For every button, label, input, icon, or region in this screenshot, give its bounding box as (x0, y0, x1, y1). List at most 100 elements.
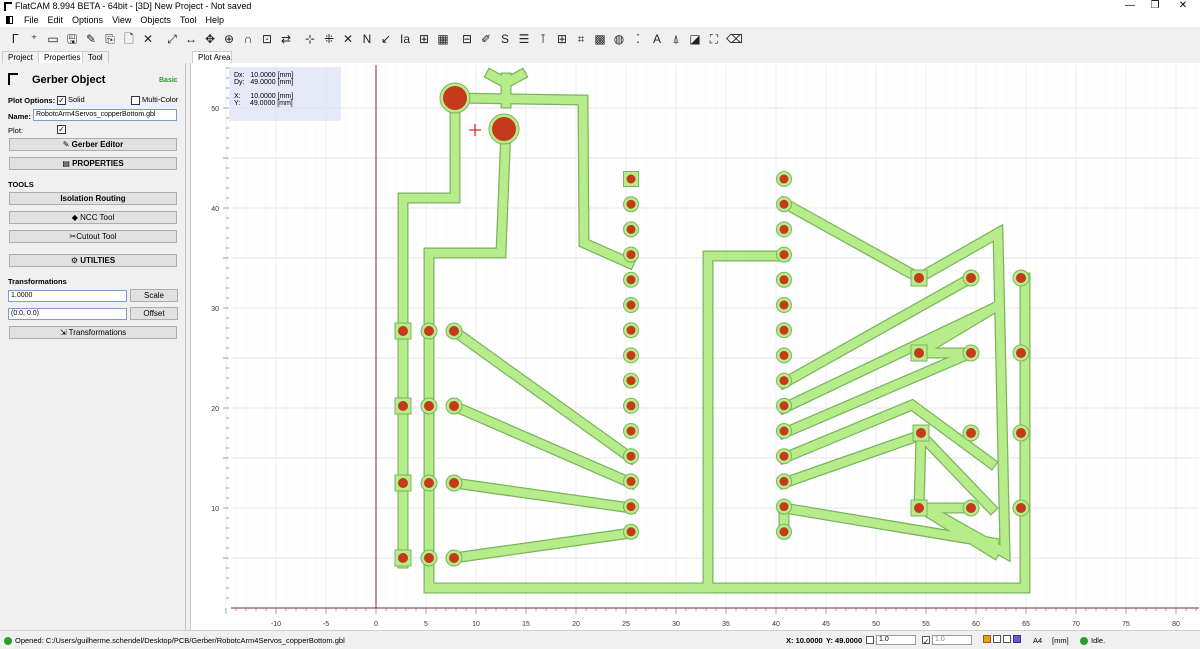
grid-y-input[interactable]: 1.0 (932, 635, 972, 646)
probe-icon[interactable]: ⊺ (536, 31, 550, 47)
window-menu-icon[interactable] (6, 16, 13, 24)
open-folder-icon[interactable]: ▭ (46, 31, 60, 47)
menu-view[interactable]: View (112, 15, 131, 25)
open-icon[interactable]: ᒥ (8, 31, 22, 47)
pad (398, 401, 408, 411)
units-label[interactable]: [mm] (1052, 636, 1069, 645)
object-title: Gerber Object (32, 74, 106, 86)
axis-icon[interactable]: ⊹ (303, 31, 317, 47)
grid-y-control[interactable]: ✓ 1.0 (922, 635, 972, 646)
menu-options[interactable]: Options (72, 15, 103, 25)
grid-icon[interactable]: ⊞ (555, 31, 569, 47)
grid-x-control[interactable]: 1.0 (866, 635, 916, 646)
name-input[interactable]: RobotcArm4Servos_copperBottom.gbl (33, 109, 177, 121)
zoom-fit-icon[interactable]: ⤢ (165, 31, 179, 47)
tab-project[interactable]: Project (2, 51, 39, 63)
copy-icon[interactable]: ⎘ (103, 31, 117, 47)
tab-tool[interactable]: Tool (82, 51, 109, 63)
dblsided-icon[interactable]: ↙ (379, 31, 393, 47)
rules-icon[interactable]: ✐ (479, 31, 493, 47)
menu-help[interactable]: Help (205, 15, 224, 25)
replot-icon[interactable]: ⇄ (279, 31, 293, 47)
tab-properties[interactable]: Properties (38, 51, 87, 63)
pencil-icon: ✎ (62, 140, 72, 149)
move-icon[interactable]: ✥ (203, 31, 217, 47)
pad (779, 275, 789, 285)
solder-icon[interactable]: ⊟ (460, 31, 474, 47)
app-state-text: Idle. (1091, 636, 1106, 645)
solid-checkbox[interactable]: ✓ Solid (57, 95, 85, 105)
grid-x-input[interactable]: 1.0 (876, 635, 916, 646)
dy-readout: Dy: 49.0000 [mm] (234, 79, 294, 86)
distance-icon[interactable]: ↔ (184, 31, 198, 47)
gerber-plot[interactable]: -10 -5 0 5 10 15 20 25 30 35 40 45 50 55 60 65 70 75 80 10… (191, 63, 1200, 630)
eraser-icon[interactable]: ⌫ (726, 31, 743, 47)
isolation-routing-button[interactable]: Isolation Routing (9, 192, 177, 205)
hud-icon[interactable] (993, 635, 1001, 644)
scale-button[interactable]: Scale (130, 289, 178, 302)
x-tick-label: 75 (1122, 621, 1130, 628)
gerber-editor-button[interactable]: ✎ Gerber Editor (9, 138, 177, 151)
menu-objects[interactable]: Objects (140, 15, 171, 25)
pcb-copper-layer (394, 67, 1031, 594)
fiducials-icon[interactable]: ⁚ (631, 31, 645, 47)
qr-icon[interactable]: ▩ (593, 31, 607, 47)
page-size[interactable]: A4 (1033, 636, 1042, 645)
panelize-icon[interactable]: ⊞ (417, 31, 431, 47)
utilities-label: UTILTIES (80, 256, 116, 265)
utilities-button[interactable]: ⚙ UTILTIES (9, 254, 177, 267)
properties-button[interactable]: ▤ PROPERTIES (9, 157, 177, 170)
copper-fill-icon[interactable]: ◍ (612, 31, 626, 47)
snap-icon[interactable]: ⁜ (322, 31, 336, 47)
close-button[interactable]: ✕ (1168, 0, 1198, 13)
film-icon[interactable]: Iа (398, 31, 412, 47)
plot-options-label: Plot Options: (8, 96, 56, 105)
transformations-button[interactable]: ⇲ Transformations (9, 326, 177, 339)
cross-icon[interactable]: ✕ (341, 31, 355, 47)
save-icon[interactable]: 🖫 (65, 31, 79, 47)
text-icon[interactable]: A (650, 31, 664, 47)
x-tick-label: 65 (1022, 621, 1030, 628)
cutout-tool-button[interactable]: ✂Cutout Tool (9, 230, 177, 243)
new-geometry-icon[interactable]: ⁺ (27, 31, 41, 47)
invert-icon[interactable]: ◪ (688, 31, 702, 47)
offset-input[interactable]: (0.0, 0.0) (8, 308, 127, 320)
pad (626, 527, 636, 537)
origin-icon[interactable]: ⊕ (222, 31, 236, 47)
axis-toggle-icon[interactable] (983, 635, 991, 644)
maximize-button[interactable]: ❐ (1140, 0, 1170, 13)
mirror-icon[interactable]: ∩ (241, 31, 255, 47)
punch-icon[interactable]: ⍋ (669, 31, 683, 47)
menu-file[interactable]: File (24, 15, 39, 25)
nc-icon[interactable]: N (360, 31, 374, 47)
grid-lock-icon[interactable]: ✓ (922, 636, 930, 646)
idle-icon (1080, 637, 1088, 646)
menu-edit[interactable]: Edit (48, 15, 64, 25)
ncc-tool-button[interactable]: ◆ NCC Tool (9, 211, 177, 224)
mode-label[interactable]: Basic (159, 77, 178, 84)
menu-tool[interactable]: Tool (180, 15, 197, 25)
plot-checkbox[interactable]: ✓ (57, 124, 68, 135)
delete-icon[interactable]: ✕ (141, 31, 155, 47)
crop-icon[interactable]: ⌗ (574, 31, 588, 47)
plot-canvas[interactable]: -10 -5 0 5 10 15 20 25 30 35 40 45 50 55 60 65 70 75 80 10… (190, 63, 1200, 630)
multicolor-checkbox[interactable]: Multi-Color (131, 95, 178, 105)
x-tick-label: 50 (872, 621, 880, 628)
new-file-icon[interactable]: 🗋 (122, 31, 136, 47)
offset-button[interactable]: Offset (130, 307, 178, 320)
tab-plot-area[interactable]: Plot Area (192, 51, 232, 63)
gerber-object-icon (8, 73, 18, 85)
hud-h-icon[interactable] (1013, 635, 1021, 644)
grid-snap-icon[interactable] (866, 636, 874, 645)
x-readout: X: 10.0000 [mm] (234, 93, 294, 100)
frame-icon[interactable]: ⛶ (707, 31, 721, 47)
calculator-icon[interactable]: ▦ (436, 31, 450, 47)
workspace-icon[interactable] (1003, 635, 1011, 644)
scale-input[interactable]: 1.0000 (8, 290, 127, 302)
properties-icon[interactable]: ☰ (517, 31, 531, 47)
magnet-icon[interactable]: ⊡ (260, 31, 274, 47)
edit-icon[interactable]: ✎ (84, 31, 98, 47)
script-icon[interactable]: S (498, 31, 512, 47)
x-tick-label: -10 (271, 621, 281, 628)
x-tick-label: 10 (472, 621, 480, 628)
